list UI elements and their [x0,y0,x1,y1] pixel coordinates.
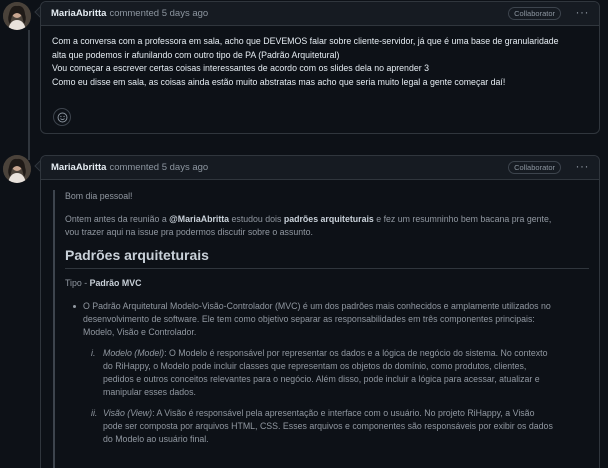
sub-list-text: : O Modelo é responsável por representar… [164,348,548,358]
intro-text: estudou dois [229,214,284,224]
comment-card: MariaAbritta commented 5 days ago Collab… [40,155,600,468]
collaborator-badge: Collaborator [508,7,561,20]
collaborator-badge: Collaborator [508,161,561,174]
user-mention-link[interactable]: @MariaAbritta [169,214,229,224]
comment-timestamp[interactable]: commented 5 days ago [109,162,208,173]
sub-list-number: i. [91,348,96,358]
add-reaction-button[interactable] [53,108,71,126]
sub-list-number: ii. [91,408,98,418]
comment-body: Com a conversa com a professora em sala,… [41,26,599,89]
list-item-text: desenvolvimento de software. Ele tem com… [83,314,535,324]
sub-list-text: do Modelo ao usuário final. [103,434,209,444]
bullet-dot [73,305,76,308]
comment-text-line: alta que podemos ir afunilando com outro… [52,49,340,60]
comment-text-line: Como eu disse em sala, as coisas ainda e… [52,76,506,87]
sub-list-item: ii. Visão (View): A Visão é responsável … [65,407,589,446]
list-item: O Padrão Arquitetural Modelo-Visão-Contr… [65,300,589,339]
type-line: Tipo - Padrão MVC [65,277,589,290]
intro-paragraph: Ontem antes da reunião a @MariaAbritta e… [65,213,589,239]
term-text: Modelo (Model) [103,348,165,358]
comment-text-line: Com a conversa com a professora em sala,… [52,36,559,46]
smiley-icon [57,112,67,122]
sub-list-text: do RiHappy, o Modelo pode incluir classe… [103,361,527,371]
list-item-text: Modelo, Visão e Controlador. [83,327,197,337]
comment-card: MariaAbritta commented 5 days ago Collab… [40,1,600,134]
type-label: Tipo - [65,278,90,288]
greeting-text: Bom dia pessoal! [65,191,133,201]
author-avatar[interactable] [3,155,31,183]
kebab-menu-icon[interactable]: ··· [576,5,590,19]
list-item-text: O Padrão Arquitetural Modelo-Visão-Contr… [83,301,551,311]
kebab-menu-icon[interactable]: ··· [576,159,590,173]
intro-text: Ontem antes da reunião a [65,214,170,224]
sub-list-text: pedidos e outros conceitos relevantes pa… [103,374,540,384]
timeline-connector [28,30,30,160]
intro-text: e fez um resumninho bem bacana pra gente… [373,214,552,224]
sub-list-text: pode ser composta por arquivos HTML, CSS… [103,421,553,431]
author-avatar[interactable] [3,2,31,30]
sub-list-text: : A Visão é responsável pela apresentaçã… [152,408,535,418]
intro-strong-text: padrões arquiteturais [283,214,374,224]
author-link[interactable]: MariaAbritta [51,8,106,19]
sub-list-text: manipular esses dados. [103,387,196,397]
intro-text: vou trazer aqui na issue pra podermos di… [65,227,313,237]
blockquote: Bom dia pessoal! Ontem antes da reunião … [53,190,589,468]
comment-header: MariaAbritta commented 5 days ago Collab… [41,156,599,180]
comment-header: MariaAbritta commented 5 days ago Collab… [41,2,599,26]
author-link[interactable]: MariaAbritta [51,162,106,173]
sub-list-item: i. Modelo (Model): O Modelo é responsáve… [65,347,589,399]
type-value: Padrão MVC [89,278,142,288]
comment-text-line: Vou começar a escrever certas coisas int… [52,63,429,73]
section-heading: Padrões arquiteturais [65,248,589,269]
term-text: Visão (View) [103,408,153,418]
comment-timestamp[interactable]: commented 5 days ago [109,8,208,19]
